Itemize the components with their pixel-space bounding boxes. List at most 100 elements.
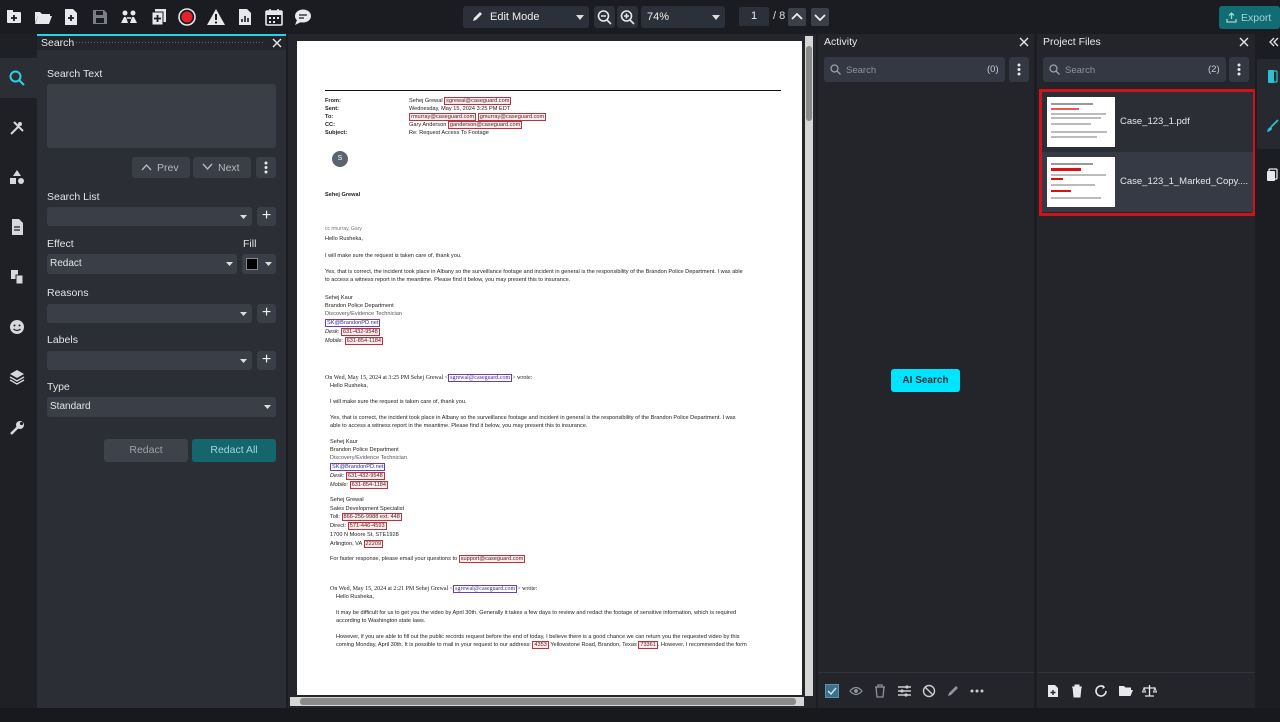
add-reason-button[interactable]: +	[257, 304, 276, 323]
redacted-email[interactable]: sgrewal@caseguard.com	[453, 585, 518, 593]
previous-page-button[interactable]	[788, 8, 806, 26]
insert-page-icon[interactable]	[149, 7, 169, 27]
chat-icon[interactable]	[293, 7, 313, 27]
mode-select[interactable]: Edit Mode	[463, 6, 589, 28]
redacted-phone[interactable]: 631-854-1184	[344, 337, 384, 345]
add-file-icon[interactable]	[5, 7, 25, 27]
close-icon[interactable]	[1019, 37, 1029, 47]
add-label-button[interactable]: +	[257, 351, 276, 370]
vertical-scrollbar[interactable]	[805, 36, 813, 696]
redacted-email[interactable]: rmurray@caseguard.com	[409, 113, 477, 121]
ai-search-button[interactable]: AI Search	[891, 369, 960, 392]
redacted-email[interactable]: gmurray@caseguard.com	[477, 113, 547, 121]
next-page-button[interactable]	[811, 8, 829, 26]
zoom-out-button[interactable]	[594, 6, 615, 28]
redacted-zip[interactable]: 22209	[363, 540, 384, 548]
search-list-select[interactable]	[47, 207, 252, 226]
close-icon[interactable]	[1239, 37, 1249, 47]
paragraph: I will make sure the request is taken ca…	[325, 253, 462, 259]
open-folder-icon[interactable]	[1118, 684, 1133, 697]
redacted-email[interactable]: sgrewal@caseguard.com	[444, 97, 512, 105]
redacted-email[interactable]: sgrewal@caseguard.com	[448, 374, 513, 382]
redacted-phone[interactable]: 866-256-9988 ext. 448	[341, 513, 402, 521]
face-icon[interactable]	[8, 318, 26, 336]
save-icon[interactable]	[90, 7, 110, 27]
file-row[interactable]: Case_123_1.pdf	[1042, 92, 1253, 152]
project-files-options-button[interactable]	[1229, 57, 1249, 82]
redacted-zip[interactable]: 73361	[638, 641, 658, 649]
select-all-checkbox[interactable]	[825, 684, 839, 698]
avatar: S	[332, 151, 348, 167]
labels-select[interactable]	[47, 351, 252, 370]
activity-options-button[interactable]	[1009, 57, 1029, 82]
search-options-button[interactable]	[256, 157, 276, 178]
horizontal-scrollbar[interactable]	[290, 697, 804, 706]
project-files-search-box[interactable]: Search (2)	[1043, 57, 1226, 82]
reasons-select[interactable]	[47, 304, 252, 323]
chevron-down-icon	[264, 405, 271, 409]
search-text-input[interactable]	[47, 84, 276, 148]
next-button[interactable]: Next	[193, 157, 251, 178]
pencil-icon[interactable]	[946, 684, 960, 698]
wrench-icon[interactable]	[8, 419, 26, 437]
redact-button[interactable]: Redact	[104, 439, 188, 462]
drag-handle[interactable]	[75, 41, 265, 45]
trash-icon[interactable]	[1071, 684, 1083, 698]
scale-icon[interactable]	[1142, 684, 1157, 698]
horizontal-scroll-thumb[interactable]	[300, 698, 796, 705]
export-button[interactable]: Export	[1219, 6, 1280, 29]
layers-stack-icon[interactable]	[1266, 69, 1280, 85]
paragraph: It may be difficult for us to get you th…	[336, 610, 737, 616]
layers-icon[interactable]	[8, 368, 26, 386]
effect-select[interactable]: Redact	[47, 254, 237, 274]
redacted-phone[interactable]: 631-432-9548	[340, 328, 380, 336]
trash-icon[interactable]	[874, 684, 886, 698]
redact-all-button[interactable]: Redact All	[192, 439, 276, 462]
refresh-icon[interactable]	[1094, 684, 1108, 698]
collapse-chevrons-icon[interactable]	[1269, 37, 1279, 47]
open-folder-icon[interactable]	[33, 7, 53, 27]
zoom-in-button[interactable]	[617, 6, 638, 28]
filter-list-icon[interactable]	[897, 684, 912, 698]
tools-icon[interactable]	[8, 119, 26, 137]
brush-icon[interactable]	[1266, 119, 1280, 133]
prev-button[interactable]: Prev	[132, 157, 190, 178]
type-select[interactable]: Standard	[47, 397, 276, 417]
users-icon[interactable]	[119, 7, 139, 27]
activity-search-box[interactable]: Search (0)	[824, 57, 1005, 82]
add-file-icon[interactable]	[1047, 684, 1059, 698]
zoom-select[interactable]: 74%	[641, 6, 725, 28]
redacted-address[interactable]: 4353	[532, 641, 549, 649]
vertical-scroll-thumb[interactable]	[806, 46, 812, 121]
fill-color-select[interactable]	[242, 254, 276, 274]
shapes-icon[interactable]	[8, 168, 26, 186]
redacted-phone[interactable]: 571-446-4593	[347, 522, 387, 530]
warning-icon[interactable]	[206, 7, 226, 27]
copy-icon[interactable]	[1266, 168, 1278, 182]
pages-icon[interactable]	[8, 268, 26, 286]
record-icon[interactable]	[177, 7, 197, 27]
redacted-phone[interactable]: 631-432-9548	[345, 472, 385, 480]
redacted-email[interactable]: support@caseguard.com	[458, 555, 526, 563]
add-search-list-button[interactable]: +	[257, 207, 276, 226]
fill-swatch	[246, 258, 258, 270]
more-icon[interactable]	[970, 689, 984, 693]
report-icon[interactable]	[235, 7, 255, 27]
search-icon[interactable]	[8, 69, 26, 87]
redacted-email[interactable]: SK@BrandonPD.net	[330, 463, 386, 471]
from-value: Sehej Grewal sgrewal@caseguard.com	[409, 97, 512, 106]
redacted-email[interactable]: ganderson@caseguard.com	[447, 121, 523, 129]
block-icon[interactable]	[922, 684, 936, 698]
eye-icon[interactable]	[849, 685, 863, 697]
redacted-email[interactable]: SK@BrandonPD.net	[325, 319, 381, 327]
calendar-icon[interactable]	[264, 7, 284, 27]
redacted-phone[interactable]: 631-854-1184	[349, 481, 389, 489]
thumbnail-line	[1051, 136, 1097, 138]
right-rail	[1257, 34, 1280, 708]
page-number-input[interactable]: 1	[739, 7, 769, 26]
close-icon[interactable]	[272, 38, 282, 48]
from-name: Sehej Grewal	[409, 98, 443, 104]
new-document-icon[interactable]	[61, 7, 81, 27]
document-icon[interactable]	[8, 218, 26, 236]
file-row[interactable]: Case_123_1_Marked_Copy....	[1042, 152, 1253, 212]
